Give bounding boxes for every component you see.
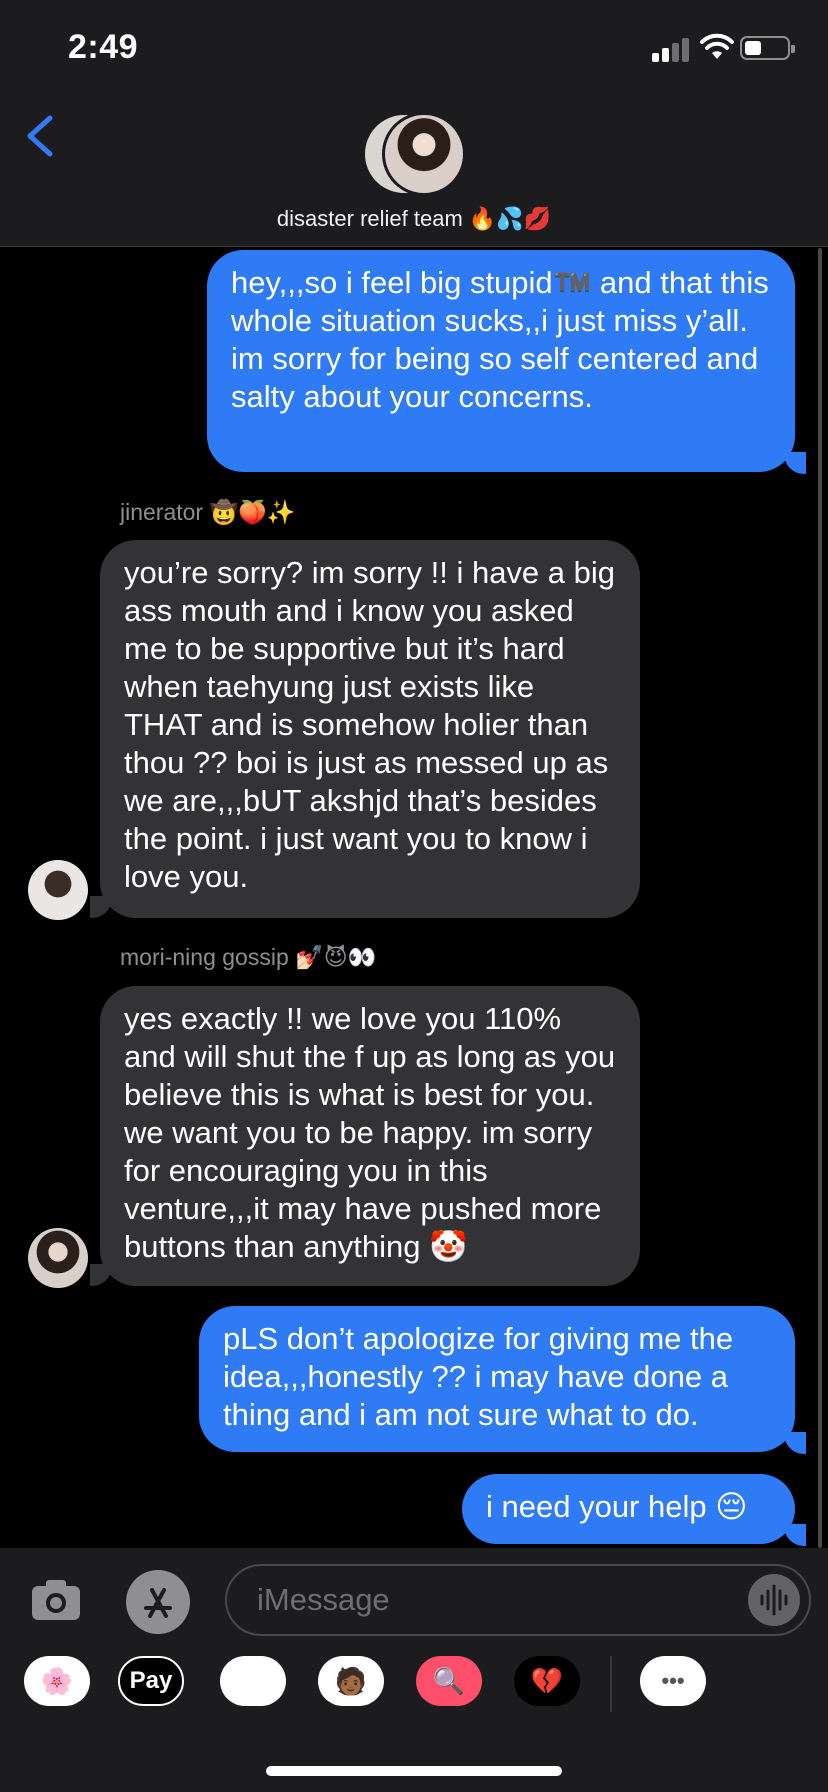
more-apps-button[interactable]: ••• — [640, 1656, 706, 1706]
search-icon: 🔍 — [432, 1665, 466, 1696]
app-drawer: 🌸 Pay 🐵 🧑🏾 🔍 💔 ••• — [0, 1656, 828, 1726]
message-bubble-incoming[interactable]: you’re sorry? im sorry !! i have a big a… — [100, 540, 640, 918]
photos-icon: 🌸 — [40, 1665, 74, 1696]
battery-icon — [740, 36, 795, 60]
heart-icon: 💔 — [530, 1665, 564, 1696]
app-store-button[interactable] — [126, 1570, 190, 1634]
more-icon: ••• — [661, 1668, 685, 1693]
avatar[interactable] — [28, 860, 88, 920]
imessage-input[interactable]: iMessage — [225, 1564, 811, 1636]
back-chevron-icon[interactable] — [22, 112, 58, 160]
group-avatar[interactable] — [362, 112, 466, 196]
divider — [610, 1656, 612, 1712]
group-name[interactable]: disaster relief team 🔥💦💋 — [0, 206, 828, 232]
status-time: 2:49 — [68, 28, 139, 66]
memoji-button[interactable]: 🐵 — [220, 1656, 286, 1706]
memoji-icon: 🧑🏾 — [334, 1665, 368, 1696]
message-text: yes exactly !! we love you 110% and will… — [124, 1001, 616, 1264]
apple-pay-label: Pay — [129, 1667, 173, 1694]
image-search-button[interactable]: 🔍 — [416, 1656, 482, 1706]
message-bubble-outgoing[interactable]: i need your help 😔 — [462, 1474, 795, 1544]
scrollbar[interactable] — [818, 248, 822, 1548]
bubble-tail — [90, 1264, 112, 1286]
avatar — [382, 112, 466, 196]
memoji-stickers-button[interactable]: 🧑🏾 — [318, 1656, 384, 1706]
avatar[interactable] — [28, 1228, 88, 1288]
apple-pay-button[interactable]: Pay — [118, 1656, 184, 1706]
sender-name: jinerator 🤠🍑✨ — [120, 499, 296, 525]
bubble-tail — [784, 1524, 806, 1546]
cellular-signal-icon — [652, 38, 690, 62]
monkey-icon: 🐵 — [237, 1665, 269, 1696]
photos-app-button[interactable]: 🌸 — [24, 1656, 90, 1706]
message-bubble-outgoing[interactable]: pLS don’t apologize for giving me the id… — [199, 1306, 795, 1452]
message-text: i need your help 😔 — [486, 1489, 748, 1524]
compose-bar: iMessage 🌸 Pay 🐵 🧑🏾 🔍 💔 ••• — [0, 1548, 828, 1792]
wifi-icon — [700, 33, 734, 59]
digital-touch-button[interactable]: 💔 — [514, 1656, 580, 1706]
input-placeholder: iMessage — [257, 1582, 390, 1617]
camera-icon[interactable] — [30, 1578, 82, 1622]
sender-name: mori-ning gossip 💅🏻😈👀 — [120, 944, 377, 970]
conversation-header: 2:49 disaster relief team 🔥💦💋 — [0, 0, 828, 247]
bubble-tail — [90, 896, 112, 918]
home-indicator[interactable] — [266, 1766, 562, 1776]
bubble-tail — [784, 452, 806, 474]
audio-record-button[interactable] — [748, 1574, 800, 1626]
bubble-tail — [784, 1432, 806, 1454]
waveform-icon — [760, 1584, 788, 1616]
message-bubble-outgoing[interactable]: hey,,,so i feel big stupid™️ and that th… — [207, 250, 795, 472]
message-text: hey,,,so i feel big stupid™️ and that th… — [231, 265, 769, 414]
message-bubble-incoming[interactable]: yes exactly !! we love you 110% and will… — [100, 986, 640, 1286]
app-store-icon — [144, 1588, 172, 1618]
message-text: you’re sorry? im sorry !! i have a big a… — [124, 555, 616, 894]
message-text: pLS don’t apologize for giving me the id… — [223, 1321, 734, 1432]
